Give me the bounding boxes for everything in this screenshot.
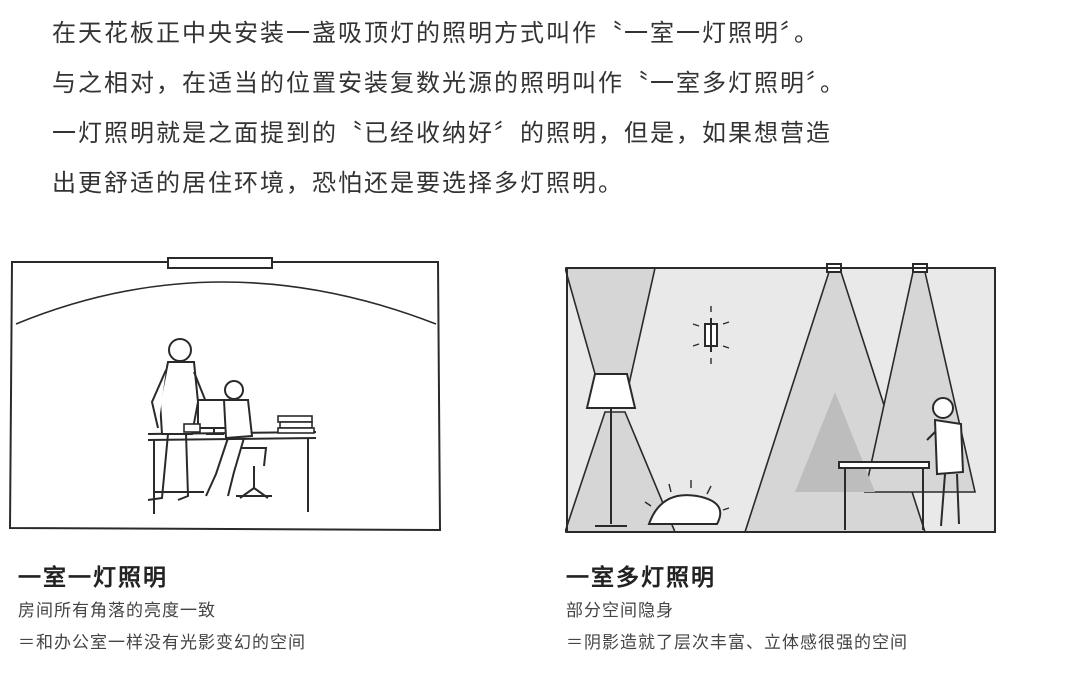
multi-light-title: 一室多灯照明 <box>566 565 716 591</box>
office-chair-icon <box>236 447 272 499</box>
intro-line-3: 一灯照明就是之面提到的〝已经收纳好〞的照明，但是，如果想营造 <box>52 119 832 147</box>
ceiling-light-icon <box>167 257 273 269</box>
light-arch <box>15 281 437 325</box>
intro-line-2: 与之相对，在适当的位置安装复数光源的照明叫作〝一室多灯照明〞。 <box>52 69 846 97</box>
intro-line-1: 在天花板正中央安装一盏吸顶灯的照明方式叫作〝一室一灯照明〞。 <box>52 19 820 47</box>
multi-light-room-sketch <box>565 263 996 533</box>
intro-line-4: 出更舒适的居住环境，恐怕还是要选择多灯照明。 <box>52 169 624 197</box>
intro-paragraph: 在天花板正中央安装一盏吸顶灯的照明方式叫作〝一室一灯照明〞。 与之相对，在适当的… <box>52 8 1042 208</box>
multi-light-caption: 一室多灯照明 部分空间隐身 ＝阴影造就了层次丰富、立体感很强的空间 <box>566 561 908 659</box>
room-outline <box>8 261 442 532</box>
single-light-title: 一室一灯照明 <box>18 565 168 591</box>
single-light-illustration <box>8 252 442 534</box>
desk-icon <box>147 431 317 514</box>
single-light-note: ＝和办公室一样没有光影变幻的空间 <box>18 633 306 653</box>
multi-light-subtitle: 部分空间隐身 <box>566 601 674 621</box>
single-light-subtitle: 房间所有角落的亮度一致 <box>18 601 216 621</box>
multi-light-note: ＝阴影造就了层次丰富、立体感很强的空间 <box>566 633 908 653</box>
office-room-sketch <box>8 257 442 532</box>
single-light-caption: 一室一灯照明 房间所有角落的亮度一致 ＝和办公室一样没有光影变幻的空间 <box>18 561 306 659</box>
multi-light-illustration <box>565 262 997 536</box>
